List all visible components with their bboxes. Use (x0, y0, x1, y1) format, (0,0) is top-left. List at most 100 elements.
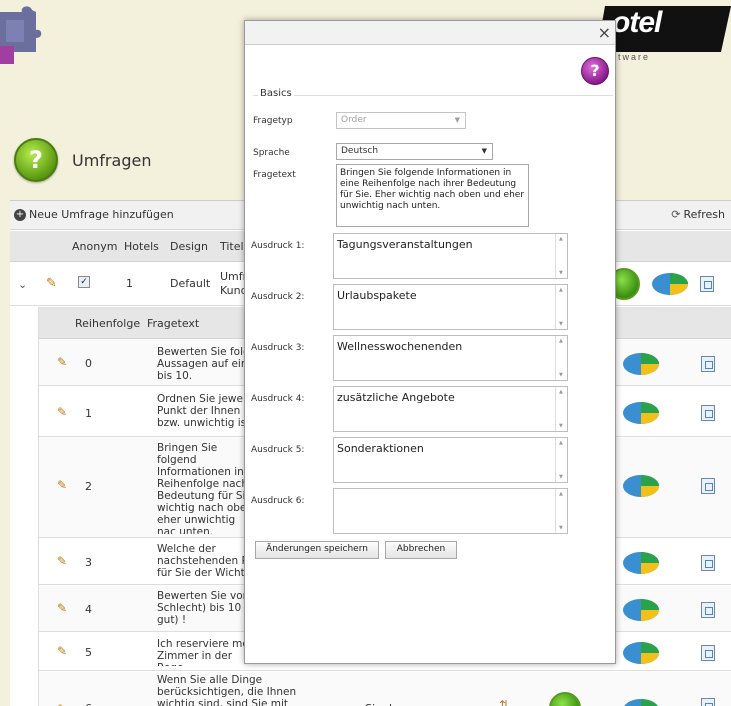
column-header-fragetext[interactable]: Fragetext (147, 317, 199, 330)
edit-pencil-icon[interactable]: ✎ (46, 276, 57, 291)
scrollbar[interactable] (555, 336, 567, 380)
ausdruck-2-label: Ausdruck 2: (251, 292, 305, 302)
fragetyp-label: Fragetyp (253, 116, 293, 126)
grid-view-icon[interactable] (549, 692, 581, 706)
ausdruck-4-value: zusätzliche Angebote (337, 391, 455, 404)
question-text: Ordnen Sie jeweils Punkt der Ihnen w bzw… (157, 393, 255, 429)
ausdruck-1-label: Ausdruck 1: (251, 241, 305, 251)
report-icon[interactable] (701, 405, 715, 421)
ausdruck-6-label: Ausdruck 6: (251, 496, 305, 506)
ausdruck-4-textarea[interactable]: zusätzliche Angebote (333, 386, 568, 432)
question-text: Welche der nachstehenden Pu für Sie der … (157, 543, 255, 579)
table-row[interactable]: ✎ 6 Wenn Sie alle Dinge berücksichtigen,… (39, 672, 731, 706)
scrollbar[interactable] (555, 438, 567, 482)
refresh-icon: ⟳ (671, 208, 681, 221)
report-icon[interactable] (700, 276, 714, 292)
pie-chart-icon[interactable] (621, 639, 661, 667)
ausdruck-2-textarea[interactable]: Urlaubspakete (333, 284, 568, 330)
ausdruck-5-textarea[interactable]: Sonderaktionen (333, 437, 568, 483)
ausdruck-6-textarea[interactable] (333, 488, 568, 534)
refresh-button[interactable]: ⟳ Refresh (671, 208, 725, 221)
save-button[interactable]: Änderungen speichern (255, 541, 379, 559)
edit-pencil-icon[interactable]: ✎ (57, 355, 67, 369)
pie-chart-icon[interactable] (650, 270, 690, 298)
scrollbar[interactable] (555, 489, 567, 533)
question-order: 4 (85, 603, 92, 616)
puzzle-icon (0, 6, 42, 64)
chevron-down-icon: ▼ (481, 147, 487, 155)
edit-pencil-icon[interactable]: ✎ (57, 644, 67, 658)
plus-icon: + (14, 208, 26, 221)
help-icon[interactable]: ? (581, 57, 609, 85)
question-order: 1 (85, 407, 92, 420)
pie-chart-icon[interactable] (621, 596, 661, 624)
pie-chart-icon[interactable] (621, 549, 661, 577)
report-icon[interactable] (701, 602, 715, 618)
question-order: 0 (85, 357, 92, 370)
question-text: Wenn Sie alle Dinge berücksichtigen, die… (157, 674, 297, 706)
pie-chart-icon[interactable] (621, 472, 661, 500)
report-icon[interactable] (701, 555, 715, 571)
column-header-hotels[interactable]: Hotels (124, 240, 159, 253)
ausdruck-3-label: Ausdruck 3: (251, 343, 305, 353)
ausdruck-1-textarea[interactable]: Tagungsveranstaltungen (333, 233, 568, 279)
chevron-down-icon: ▼ (454, 116, 460, 124)
close-icon[interactable]: × (598, 23, 611, 42)
fragetyp-value: Order (341, 115, 367, 125)
question-text: Ich reserviere meir Zimmer in der Rege (157, 638, 256, 666)
page-header: ? Umfragen (14, 138, 151, 182)
question-text: Bewerten Sie folge Aussagen auf eine bis… (157, 346, 257, 382)
sprache-select[interactable]: Deutsch ▼ (336, 143, 493, 160)
report-icon[interactable] (701, 478, 715, 494)
arrows-icon[interactable]: ⇅ (499, 698, 509, 706)
dialog-titlebar: × (245, 21, 615, 45)
add-survey-label: Neue Umfrage hinzufügen (29, 208, 174, 221)
add-survey-button[interactable]: + Neue Umfrage hinzufügen (14, 208, 174, 221)
edit-pencil-icon[interactable]: ✎ (57, 405, 67, 419)
fragetext-label: Fragetext (253, 170, 296, 180)
edit-pencil-icon[interactable]: ✎ (57, 702, 67, 706)
question-type: Single (365, 702, 399, 706)
pie-chart-icon[interactable] (621, 399, 661, 427)
basics-fieldset: Basics Fragetyp Order ▼ Sprache Deutsch … (253, 88, 613, 249)
anonym-checkbox[interactable]: ✓ (78, 276, 90, 288)
sprache-label: Sprache (253, 148, 290, 158)
pie-chart-icon[interactable] (621, 350, 661, 378)
column-header-reihenfolge[interactable]: Reihenfolge (75, 317, 140, 330)
scrollbar[interactable] (555, 387, 567, 431)
ausdruck-1-value: Tagungsveranstaltungen (337, 238, 473, 251)
pie-chart-icon[interactable] (621, 696, 661, 706)
question-order: 2 (85, 480, 92, 493)
report-icon[interactable] (701, 645, 715, 661)
column-header-titel[interactable]: Titel (220, 240, 244, 253)
chevron-down-icon[interactable]: ⌄ (18, 278, 27, 291)
ausdruck-3-value: Wellnesswochenenden (337, 340, 463, 353)
fragetyp-select: Order ▼ (336, 112, 466, 129)
report-icon[interactable] (701, 698, 715, 706)
cancel-button[interactable]: Abbrechen (385, 541, 457, 559)
ausdruck-4-label: Ausdruck 4: (251, 394, 305, 404)
question-order: 3 (85, 556, 92, 569)
edit-pencil-icon[interactable]: ✎ (57, 554, 67, 568)
scrollbar[interactable] (555, 234, 567, 278)
question-text: Bringen Sie folgend Informationen in e R… (157, 442, 256, 534)
sprache-value: Deutsch (341, 146, 379, 156)
edit-pencil-icon[interactable]: ✎ (57, 601, 67, 615)
scrollbar[interactable] (555, 285, 567, 329)
ausdruck-5-value: Sonderaktionen (337, 442, 424, 455)
column-header-anonym[interactable]: Anonym (72, 240, 117, 253)
report-icon[interactable] (701, 356, 715, 372)
ausdruck-3-textarea[interactable]: Wellnesswochenenden (333, 335, 568, 381)
refresh-label: Refresh (683, 208, 725, 221)
column-header-design[interactable]: Design (170, 240, 208, 253)
edit-question-dialog: × ? Basics Fragetyp Order ▼ Sprache Deut… (244, 20, 616, 664)
brand-logo-text: otel (612, 6, 662, 39)
question-text: Bewerten Sie von ( Schlecht) bis 10 (s g… (157, 590, 257, 626)
edit-pencil-icon[interactable]: ✎ (57, 478, 67, 492)
fragetext-textarea[interactable]: Bringen Sie folgende Informationen in ei… (336, 164, 529, 227)
ausdruck-5-label: Ausdruck 5: (251, 445, 305, 455)
row-index: 1 (126, 277, 133, 290)
question-order: 5 (85, 646, 92, 659)
page-title: Umfragen (72, 150, 152, 170)
help-icon[interactable]: ? (14, 138, 58, 182)
